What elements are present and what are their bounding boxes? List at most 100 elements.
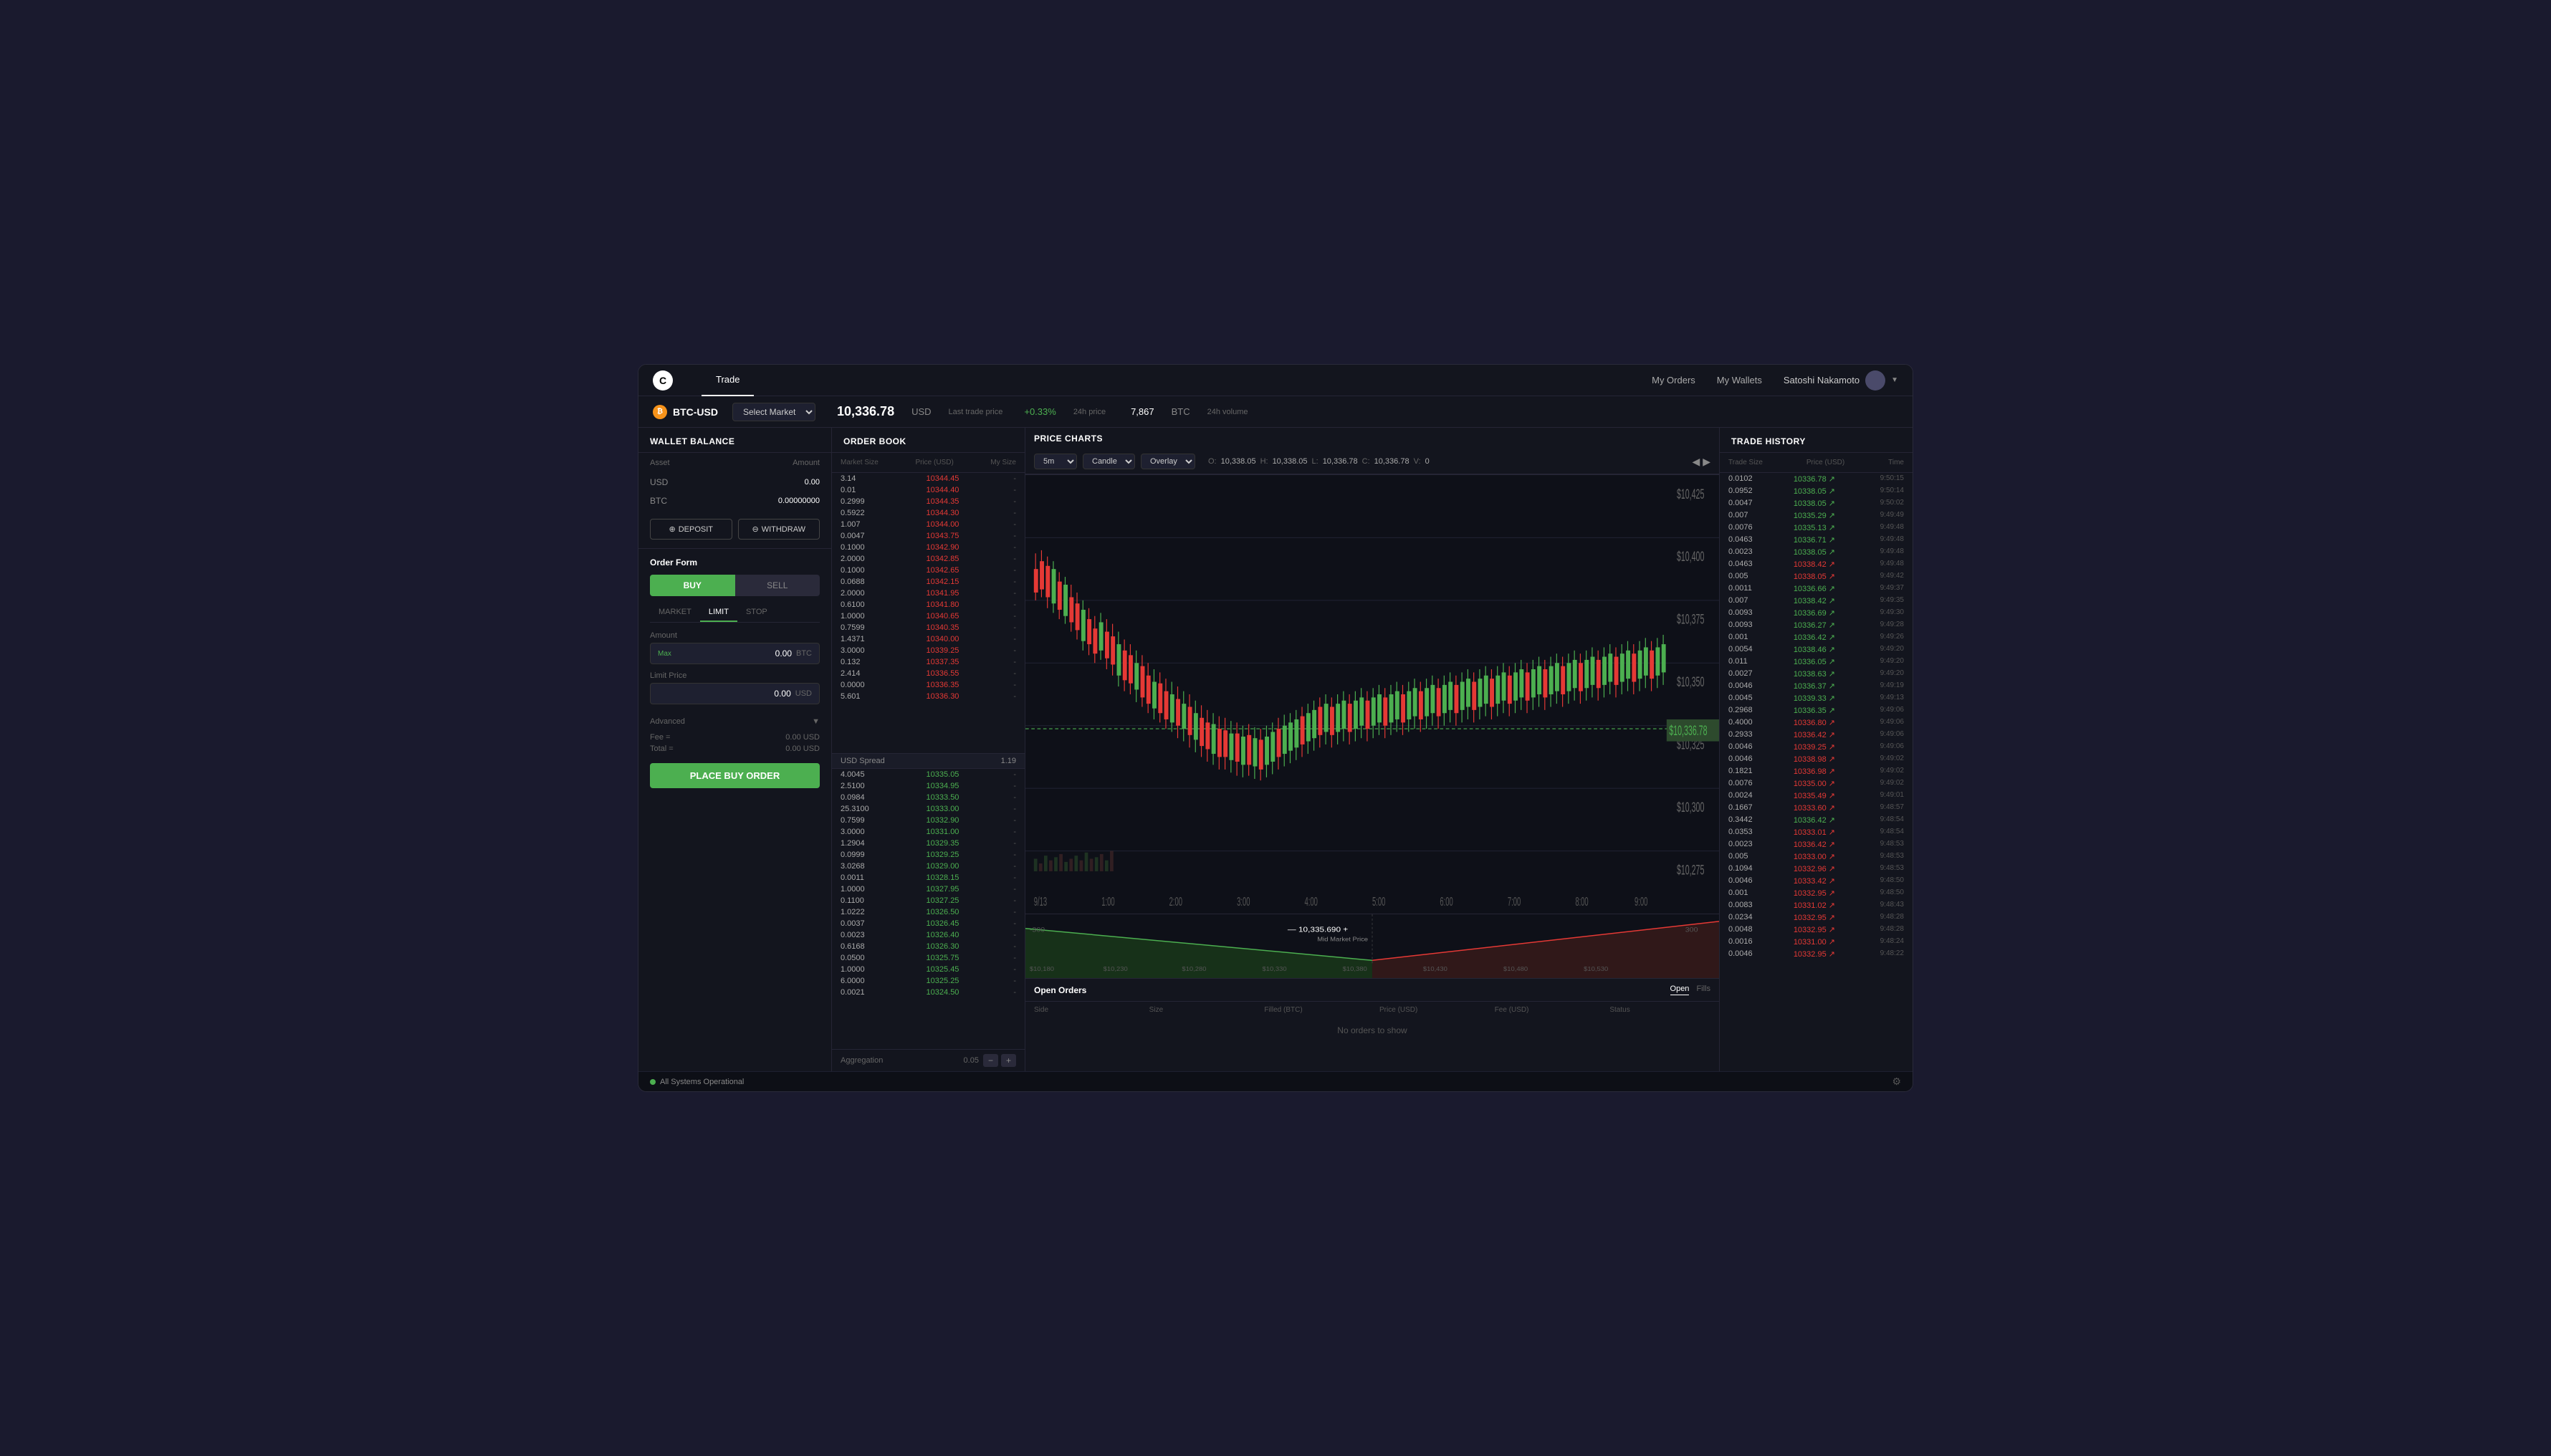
order-form-title: Order Form	[650, 557, 820, 567]
market-selector[interactable]: Select Market	[732, 403, 815, 421]
chart-next-button[interactable]: ▶	[1703, 456, 1710, 468]
wallet-amount-btc: 0.00000000	[778, 497, 820, 505]
svg-text:9/13: 9/13	[1034, 894, 1047, 909]
trade-row: 0.035310333.01 ↗9:48:54	[1720, 826, 1913, 838]
trade-history-rows: 0.010210336.78 ↗9:50:15 0.095210338.05 ↗…	[1720, 473, 1913, 1071]
ob-sell-row: 3.1410344.45-	[832, 473, 1025, 484]
ob-buy-row: 6.000010325.25-	[832, 975, 1025, 987]
left-panel: Wallet Balance Asset Amount USD 0.00 BTC…	[638, 428, 832, 1071]
aggregation-decrease-button[interactable]: −	[983, 1054, 998, 1067]
limit-price-input[interactable]	[658, 684, 791, 704]
ob-sell-row: 0.299910344.35-	[832, 496, 1025, 507]
trade-row: 0.00510333.00 ↗9:48:53	[1720, 851, 1913, 863]
trade-row: 0.004610333.42 ↗9:48:50	[1720, 875, 1913, 887]
advanced-row[interactable]: Advanced ▼	[650, 712, 820, 732]
amount-input-row: Max BTC	[650, 643, 820, 664]
price-change-label: 24h price	[1073, 408, 1106, 416]
svg-text:$10,350: $10,350	[1677, 675, 1705, 690]
svg-text:-300: -300	[1030, 926, 1045, 934]
open-orders-title: Open Orders	[1034, 985, 1086, 995]
aggregation-value: 0.05	[964, 1056, 979, 1065]
ob-sell-row: 3.000010339.25-	[832, 645, 1025, 656]
trade-row: 0.004610339.25 ↗9:49:06	[1720, 741, 1913, 753]
trade-row: 0.400010336.80 ↗9:49:06	[1720, 717, 1913, 729]
ohlc-close-label: C:	[1362, 457, 1370, 466]
oo-tab-fills[interactable]: Fills	[1696, 985, 1710, 995]
svg-text:$10,430: $10,430	[1423, 966, 1447, 972]
spread-label: USD Spread	[841, 757, 885, 765]
settings-icon[interactable]: ⚙	[1892, 1076, 1901, 1088]
user-name: Satoshi Nakamoto	[1784, 375, 1860, 385]
depth-chart-area[interactable]: $10,180 $10,230 $10,280 $10,330 $10,380 …	[1025, 914, 1719, 978]
trade-row: 0.00110336.42 ↗9:49:26	[1720, 631, 1913, 643]
ob-header-price: Price (USD)	[915, 459, 953, 466]
market-bar: ₿ BTC-USD Select Market 10,336.78 USD La…	[638, 396, 1913, 428]
ob-sell-row: 2.000010342.85-	[832, 553, 1025, 565]
trade-row: 0.166710333.60 ↗9:48:57	[1720, 802, 1913, 814]
ob-sell-row: 0.13210337.35-	[832, 656, 1025, 668]
trade-row: 0.001110336.66 ↗9:49:37	[1720, 583, 1913, 595]
chart-prev-button[interactable]: ◀	[1692, 456, 1700, 468]
svg-text:300: 300	[1685, 926, 1698, 934]
volume-24h: 7,867	[1131, 406, 1154, 417]
order-type-stop[interactable]: STOP	[737, 603, 776, 622]
app-container: C Trade My Orders My Wallets Satoshi Nak…	[638, 364, 1913, 1092]
amount-input[interactable]	[671, 643, 792, 664]
ob-buy-row: 25.310010333.00-	[832, 803, 1025, 815]
price-chart-area[interactable]: $10,425 $10,400 $10,375 $10,350 $10,325 …	[1025, 475, 1719, 914]
oo-col-price: Price (USD)	[1379, 1006, 1480, 1014]
wallet-header-asset: Asset	[650, 459, 670, 467]
svg-text:5:00: 5:00	[1372, 894, 1385, 909]
withdraw-button[interactable]: ⊖ WITHDRAW	[738, 519, 820, 540]
limit-price-form-group: Limit Price USD	[650, 671, 820, 704]
ob-buy-row: 3.000010331.00-	[832, 826, 1025, 838]
ob-sell-row: 2.000010341.95-	[832, 588, 1025, 599]
btc-icon: ₿	[653, 405, 667, 419]
order-type-limit[interactable]: LIMIT	[700, 603, 737, 622]
ohlc-close: 10,336.78	[1374, 457, 1409, 466]
oo-tab-open[interactable]: Open	[1670, 985, 1690, 995]
amount-unit: BTC	[796, 649, 812, 658]
my-wallets-link[interactable]: My Wallets	[1717, 375, 1762, 385]
volume-label: 24h volume	[1207, 408, 1248, 416]
market-symbol: ₿ BTC-USD	[653, 405, 718, 419]
ob-sell-row: 2.41410336.55-	[832, 668, 1025, 679]
order-type-market[interactable]: MARKET	[650, 603, 700, 622]
svg-text:7:00: 7:00	[1508, 894, 1521, 909]
svg-text:9:00: 9:00	[1635, 894, 1647, 909]
aggregation-increase-button[interactable]: +	[1001, 1054, 1016, 1067]
wallet-balance-title: Wallet Balance	[638, 428, 831, 453]
app-logo[interactable]: C	[653, 370, 673, 391]
status-text: All Systems Operational	[660, 1078, 744, 1086]
nav-right: My Orders My Wallets Satoshi Nakamoto ▼	[1652, 370, 1898, 391]
timeframe-selector[interactable]: 5m 1m 15m 1h 1d	[1034, 454, 1077, 469]
svg-text:1:00: 1:00	[1101, 894, 1114, 909]
trade-row: 0.010210336.78 ↗9:50:15	[1720, 473, 1913, 485]
chart-type-selector[interactable]: Candle Line	[1083, 454, 1135, 469]
deposit-button[interactable]: ⊕ DEPOSIT	[650, 519, 732, 540]
amount-form-group: Amount Max BTC	[650, 631, 820, 664]
trade-row: 0.002310336.42 ↗9:48:53	[1720, 838, 1913, 851]
buy-tab[interactable]: BUY	[650, 575, 735, 596]
trade-row: 0.004610338.98 ↗9:49:02	[1720, 753, 1913, 765]
sell-tab[interactable]: SELL	[735, 575, 820, 596]
user-area[interactable]: Satoshi Nakamoto ▼	[1784, 370, 1898, 391]
overlay-selector[interactable]: Overlay	[1141, 454, 1195, 469]
my-orders-link[interactable]: My Orders	[1652, 375, 1695, 385]
nav-tab-trade[interactable]: Trade	[702, 365, 754, 396]
status-indicator: All Systems Operational	[650, 1078, 744, 1086]
max-label[interactable]: Max	[658, 650, 671, 658]
trade-row: 0.109410332.96 ↗9:48:53	[1720, 863, 1913, 875]
trade-row: 0.344210336.42 ↗9:48:54	[1720, 814, 1913, 826]
ob-buy-row: 4.004510335.05-	[832, 769, 1025, 780]
spread-row: USD Spread 1.19	[832, 753, 1025, 769]
aggregation-row: Aggregation 0.05 − +	[832, 1049, 1025, 1071]
ohlc-open-label: O:	[1208, 457, 1217, 466]
svg-text:2:00: 2:00	[1169, 894, 1182, 909]
trade-row: 0.004710338.05 ↗9:50:02	[1720, 497, 1913, 509]
deposit-icon: ⊕	[669, 525, 675, 534]
main-layout: Wallet Balance Asset Amount USD 0.00 BTC…	[638, 428, 1913, 1071]
ob-buy-row: 1.000010327.95-	[832, 883, 1025, 895]
place-order-button[interactable]: PLACE BUY ORDER	[650, 763, 820, 788]
svg-text:3:00: 3:00	[1237, 894, 1250, 909]
